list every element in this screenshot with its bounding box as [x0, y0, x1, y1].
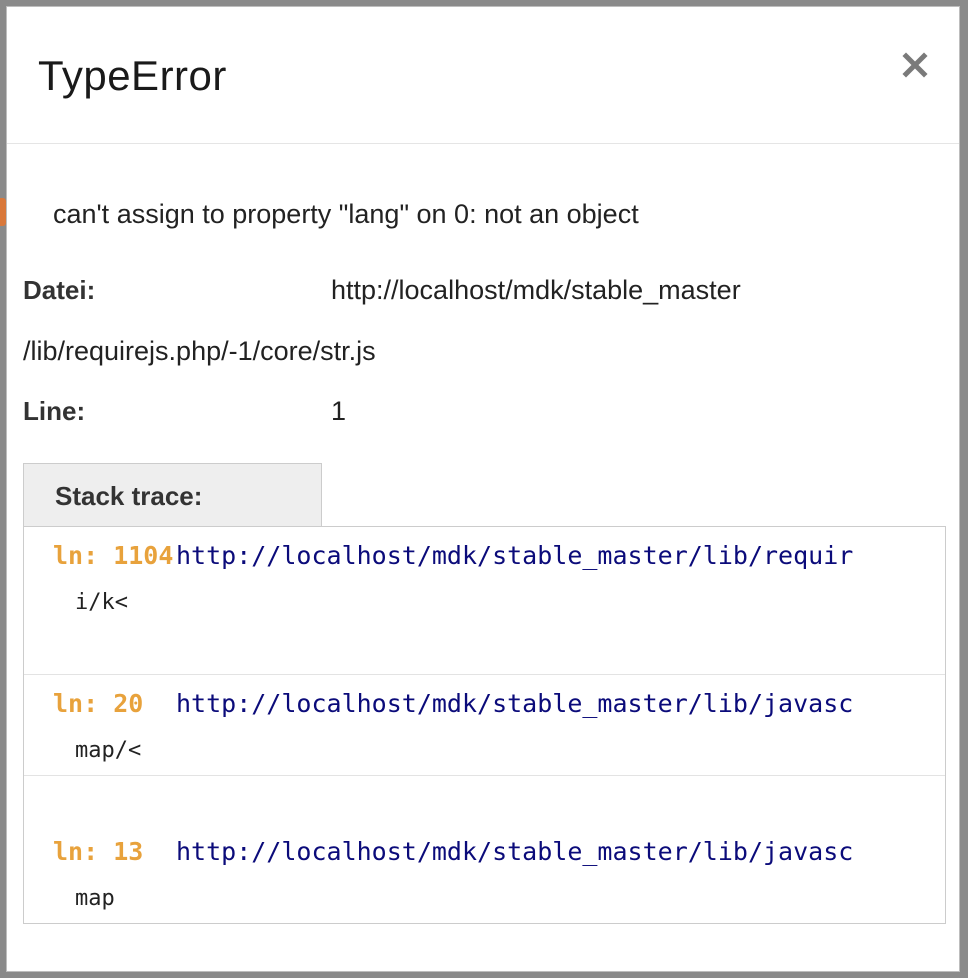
stack-frame: ln: 20 http://localhost/mdk/stable_maste… [24, 628, 945, 776]
file-label: Datei: [23, 275, 96, 305]
error-message: can't assign to property "lang" on 0: no… [53, 199, 639, 229]
dialog-title: TypeError [38, 52, 227, 99]
frame-function: map [75, 886, 115, 911]
error-dialog: TypeError can't assign to property "lang… [6, 6, 960, 972]
frame-line-number: ln: 13 [53, 837, 144, 866]
frame-function: map/< [75, 738, 142, 763]
close-button[interactable] [901, 51, 929, 79]
stack-trace-panel: ln: 1104 http://localhost/mdk/stable_mas… [23, 526, 946, 924]
close-icon [902, 52, 928, 78]
frame-url-link[interactable]: http://localhost/mdk/stable_master/lib/j… [176, 689, 853, 719]
frame-url-link[interactable]: http://localhost/mdk/stable_master/lib/j… [176, 837, 853, 867]
file-value: http://localhost/mdk/stable_master [331, 275, 741, 305]
frame-function: i/k< [75, 590, 128, 615]
frame-line-number: ln: 20 [53, 689, 144, 718]
tab-stack-trace[interactable]: Stack trace: [23, 463, 322, 527]
stack-frame: ln: 13 http://localhost/mdk/stable_maste… [24, 776, 945, 923]
line-label: Line: [23, 396, 86, 426]
file-value-continued: /lib/requirejs.php/-1/core/str.js [23, 336, 376, 366]
frame-line-number: ln: 1104 [53, 541, 174, 570]
dialog-header: TypeError [7, 7, 959, 144]
frame-url-link[interactable]: http://localhost/mdk/stable_master/lib/r… [176, 541, 853, 571]
tab-stack-trace-label: Stack trace: [55, 481, 203, 511]
line-value: 1 [331, 396, 347, 426]
